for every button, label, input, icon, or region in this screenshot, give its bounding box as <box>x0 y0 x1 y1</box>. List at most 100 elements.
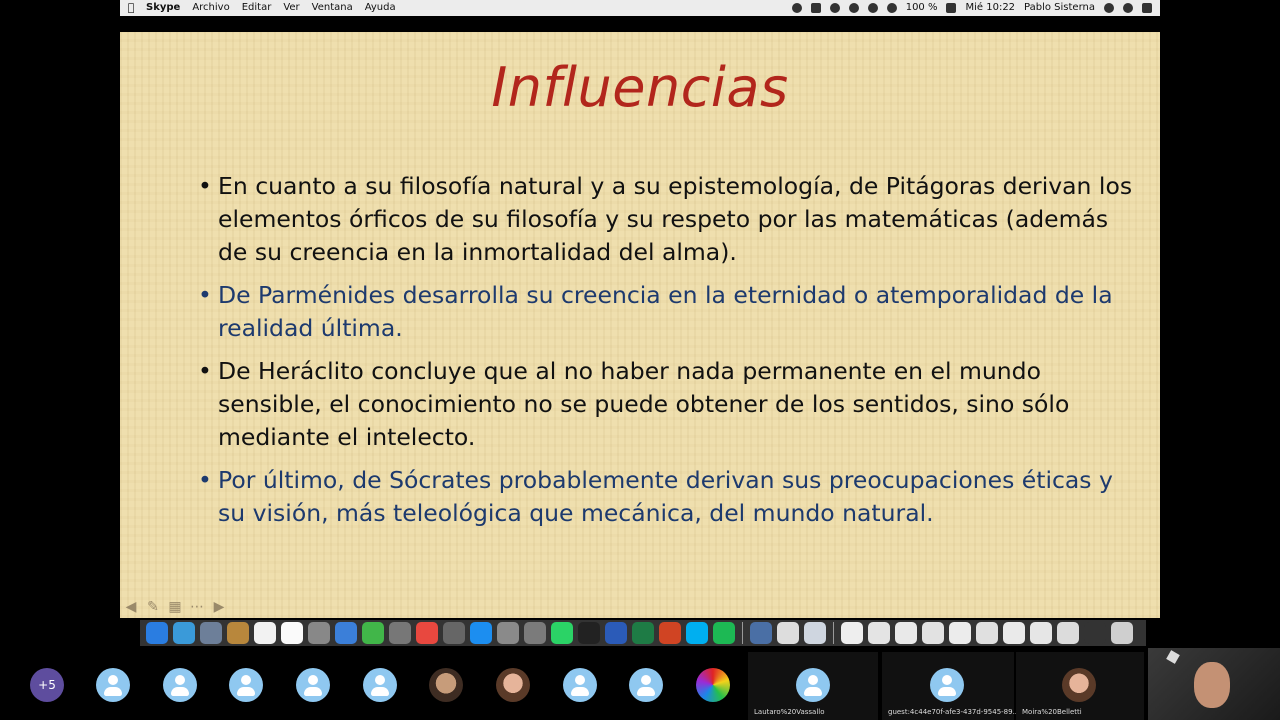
bullet-marker: • <box>198 172 212 200</box>
menu-archivo[interactable]: Archivo <box>192 0 229 16</box>
slide-bullet-list: • En cuanto a su filosofía natural y a s… <box>198 170 1138 540</box>
skype-icon[interactable] <box>686 622 708 644</box>
dock-separator <box>742 622 743 644</box>
bullet-pitagoras: • En cuanto a su filosofía natural y a s… <box>198 170 1138 269</box>
launchpad-icon[interactable] <box>308 622 330 644</box>
call-participants-bar: +5 Lautaro%20Vassallo guest:4c44e70f-afe… <box>0 652 1280 720</box>
participant-photo-avatar[interactable] <box>429 668 463 702</box>
pen-tool-icon[interactable]: ✎ <box>144 600 162 614</box>
menu-ver[interactable]: Ver <box>283 0 299 16</box>
edge-icon[interactable] <box>750 622 772 644</box>
file-thumbnail-icon[interactable] <box>868 622 890 644</box>
screenshot-icon[interactable] <box>804 622 826 644</box>
participant-avatar[interactable] <box>363 668 397 702</box>
previous-slide-icon[interactable]: ◀ <box>122 600 140 614</box>
bullet-text: De Parménides desarrolla su creencia en … <box>218 281 1113 342</box>
clock[interactable]: Mié 10:22 <box>965 0 1015 16</box>
battery-percent[interactable]: 100 % <box>906 0 938 16</box>
textedit-icon[interactable] <box>281 622 303 644</box>
cloud-icon[interactable] <box>810 3 821 13</box>
menu-ventana[interactable]: Ventana <box>312 0 353 16</box>
document-icon[interactable] <box>777 622 799 644</box>
participant-avatar[interactable] <box>229 668 263 702</box>
bullet-socrates: • Por último, de Sócrates probablemente … <box>198 464 1138 530</box>
participant-photo-avatar[interactable] <box>496 668 530 702</box>
macos-menubar:  Skype Archivo Editar Ver Ventana Ayuda… <box>120 0 1160 16</box>
menu-ayuda[interactable]: Ayuda <box>365 0 396 16</box>
participant-name: Moira%20Belletti <box>1022 708 1082 716</box>
participant-avatar[interactable] <box>296 668 330 702</box>
facetime-icon[interactable] <box>362 622 384 644</box>
participant-avatar[interactable] <box>563 668 597 702</box>
volume-icon[interactable] <box>886 3 897 13</box>
apple-menu-icon[interactable]:  <box>120 0 142 16</box>
finder-icon[interactable] <box>146 622 168 644</box>
participant-tile[interactable]: Lautaro%20Vassallo <box>748 652 878 720</box>
spotlight-search-icon[interactable] <box>1104 3 1114 13</box>
preview-icon[interactable] <box>200 622 222 644</box>
more-options-icon[interactable]: ⋯ <box>188 600 206 614</box>
bullet-text: De Heráclito concluye que al no haber na… <box>218 357 1070 451</box>
next-slide-icon[interactable]: ▶ <box>210 600 228 614</box>
trash-icon[interactable] <box>1111 622 1133 644</box>
battery-icon[interactable] <box>946 3 957 13</box>
notification-center-icon[interactable] <box>1142 3 1152 13</box>
menu-editar[interactable]: Editar <box>242 0 272 16</box>
file-thumbnail-icon[interactable] <box>895 622 917 644</box>
spotify-icon[interactable] <box>713 622 735 644</box>
wifi-icon[interactable] <box>867 3 878 13</box>
word-icon[interactable] <box>605 622 627 644</box>
bullet-marker: • <box>198 357 212 385</box>
bullet-marker: • <box>198 466 212 494</box>
music-icon[interactable] <box>416 622 438 644</box>
skype-status-icon[interactable] <box>791 3 802 13</box>
file-thumbnail-icon[interactable] <box>1030 622 1052 644</box>
pencil-tool-icon[interactable] <box>829 3 840 13</box>
slide-sorter-icon[interactable]: ▦ <box>166 600 184 614</box>
slide-title: Influencias <box>491 56 789 119</box>
acrobat-icon[interactable] <box>578 622 600 644</box>
file-thumbnail-icon[interactable] <box>1003 622 1025 644</box>
utility-icon[interactable] <box>389 622 411 644</box>
disk-utility-icon[interactable] <box>497 622 519 644</box>
participant-avatar[interactable] <box>629 668 663 702</box>
file-thumbnail-icon[interactable] <box>841 622 863 644</box>
siri-icon[interactable] <box>1123 3 1133 13</box>
tex-icon[interactable] <box>443 622 465 644</box>
system-preferences-icon[interactable] <box>524 622 546 644</box>
participant-tile[interactable]: Moira%20Belletti <box>1016 652 1144 720</box>
app-store-icon[interactable] <box>470 622 492 644</box>
participant-name: Lautaro%20Vassallo <box>754 708 825 716</box>
file-thumbnail-icon[interactable] <box>949 622 971 644</box>
notes-app-icon[interactable] <box>227 622 249 644</box>
participant-tile[interactable]: guest:4c44e70f-afe3-437d-9545-89... <box>882 652 1019 720</box>
participant-avatar[interactable] <box>163 668 197 702</box>
shared-presentation-slide: Influencias • En cuanto a su filosofía n… <box>120 32 1160 618</box>
slide-show-controls: ◀ ✎ ▦ ⋯ ▶ <box>120 598 228 616</box>
bullet-marker: • <box>198 281 212 309</box>
excel-icon[interactable] <box>632 622 654 644</box>
bullet-text: Por último, de Sócrates probablemente de… <box>218 466 1113 527</box>
file-thumbnail-icon[interactable] <box>1057 622 1079 644</box>
file-thumbnail-icon[interactable] <box>976 622 998 644</box>
macos-dock <box>140 620 1146 646</box>
background-lamp <box>1166 650 1180 664</box>
participant-avatar <box>930 668 964 702</box>
file-thumbnail-icon[interactable] <box>1084 622 1106 644</box>
more-participants-button[interactable]: +5 <box>30 668 64 702</box>
safari-icon[interactable] <box>173 622 195 644</box>
participant-avatar <box>796 668 830 702</box>
file-thumbnail-icon[interactable] <box>922 622 944 644</box>
calendar-icon[interactable] <box>254 622 276 644</box>
self-video-preview[interactable] <box>1148 648 1280 720</box>
whatsapp-icon[interactable] <box>551 622 573 644</box>
time-machine-icon[interactable] <box>848 3 859 13</box>
messages-icon[interactable] <box>335 622 357 644</box>
participant-colorful-avatar[interactable] <box>696 668 730 702</box>
menu-app-skype[interactable]: Skype <box>146 0 180 16</box>
user-name[interactable]: Pablo Sisterna <box>1024 0 1095 16</box>
participant-name: guest:4c44e70f-afe3-437d-9545-89... <box>888 708 1020 716</box>
participant-avatar[interactable] <box>96 668 130 702</box>
powerpoint-icon[interactable] <box>659 622 681 644</box>
presenter-face <box>1194 662 1230 708</box>
